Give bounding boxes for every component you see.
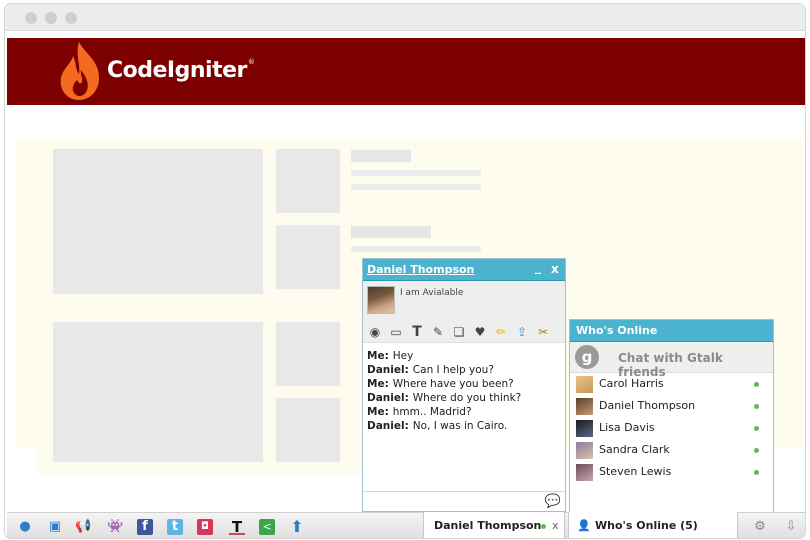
browser-window: CodeIgniter® Daniel Thompson _ x I am Av… <box>4 3 806 539</box>
chat-message: Daniel: Where do you think? <box>367 392 522 404</box>
chat-contact-name[interactable]: Daniel Thompson <box>367 263 474 276</box>
online-status-dot <box>754 448 759 453</box>
pencil-icon[interactable]: ✏ <box>493 324 509 340</box>
friend-name: Lisa Davis <box>599 421 655 434</box>
placeholder-image <box>53 149 263 294</box>
chat-minimize-icon[interactable]: _ <box>535 261 541 273</box>
online-status-dot <box>754 426 759 431</box>
chat-message: Daniel: No, I was in Cairo. <box>367 420 508 432</box>
friend-name: Daniel Thompson <box>599 399 696 412</box>
font-icon[interactable]: T <box>409 324 425 340</box>
friend-item[interactable]: Daniel Thompson <box>570 395 773 417</box>
chat-tab-close-icon[interactable]: x <box>552 519 559 532</box>
friend-avatar <box>576 442 593 459</box>
placeholder-thumb <box>276 149 340 213</box>
friend-avatar <box>576 464 593 481</box>
online-status-dot <box>754 382 759 387</box>
chat-message: Me: Hey <box>367 350 414 362</box>
gear-icon[interactable]: ⚙ <box>752 519 768 535</box>
window-zoom-dot[interactable] <box>65 12 77 24</box>
chat-tab-label: Daniel Thompson <box>434 519 542 532</box>
whos-online-tab-label: Who's Online (5) <box>595 519 698 532</box>
friend-name: Steven Lewis <box>599 465 672 478</box>
chat-window: Daniel Thompson _ x I am Avialable ◉ ▭ T… <box>362 258 566 512</box>
broom-icon[interactable]: ✂ <box>535 324 551 340</box>
game-icon[interactable]: 👾 <box>107 519 123 535</box>
online-status-dot <box>541 524 546 529</box>
placeholder-line <box>351 170 481 176</box>
friend-avatar <box>576 376 593 393</box>
friend-name: Sandra Clark <box>599 443 670 456</box>
note-icon[interactable]: ✎ <box>430 324 446 340</box>
friend-avatar <box>576 398 593 415</box>
chat-tab[interactable]: Daniel Thompson x <box>423 512 565 538</box>
friend-item[interactable]: Carol Harris <box>570 373 773 395</box>
window-titlebar <box>5 4 805 31</box>
font-style-icon[interactable]: T <box>229 519 245 535</box>
chat-input[interactable]: 💬 <box>363 491 565 511</box>
online-status-dot <box>754 470 759 475</box>
online-header[interactable]: Who's Online <box>570 320 773 342</box>
friend-item[interactable]: Lisa Davis <box>570 417 773 439</box>
collapse-icon[interactable]: ⇩ <box>783 519 799 535</box>
contact-avatar <box>367 286 395 314</box>
chat-status-area: I am Avialable ◉ ▭ T ✎ ❏ ♥ ✏ ⇪ ✂ <box>363 281 565 343</box>
facebook-icon[interactable]: f <box>137 519 153 535</box>
placeholder-thumb <box>276 225 340 289</box>
screen-share-icon[interactable]: ▭ <box>388 324 404 340</box>
placeholder-title <box>351 226 431 238</box>
flickr-icon[interactable]: ◘ <box>197 519 213 535</box>
placeholder-line <box>351 184 481 190</box>
whos-online-tab[interactable]: 👤 Who's Online (5) <box>568 512 738 538</box>
online-status-dot <box>754 404 759 409</box>
user-icon: 👤 <box>577 519 591 532</box>
webcam-icon[interactable]: ◉ <box>367 324 383 340</box>
chat-header[interactable]: Daniel Thompson _ x <box>363 259 565 281</box>
friend-avatar <box>576 420 593 437</box>
copy-icon[interactable]: ❏ <box>451 324 467 340</box>
gtalk-row[interactable]: g Chat with Gtalk friends <box>570 342 773 379</box>
placeholder-thumb <box>276 322 340 386</box>
chat-close-icon[interactable]: x <box>551 263 559 275</box>
placeholder-line <box>351 246 481 252</box>
chat-toolbar: ◉ ▭ T ✎ ❏ ♥ ✏ ⇪ ✂ <box>367 324 551 340</box>
chat-message: Me: hmm.. Madrid? <box>367 406 472 418</box>
arrow-up-icon[interactable]: ⬆ <box>289 519 305 535</box>
placeholder-title <box>351 150 411 162</box>
cards-icon[interactable]: ♥ <box>472 324 488 340</box>
window-close-dot[interactable] <box>25 12 37 24</box>
share-icon[interactable]: < <box>259 519 275 535</box>
google-icon: g <box>575 345 599 369</box>
twitter-icon[interactable]: t <box>167 519 183 535</box>
upload-icon[interactable]: ⇪ <box>514 324 530 340</box>
placeholder-image <box>53 322 263 462</box>
megaphone-icon[interactable]: 📢 <box>75 519 91 535</box>
friend-item[interactable]: Sandra Clark <box>570 439 773 461</box>
chat-messages: Me: Hey Daniel: Can I help you? Me: Where h… <box>363 343 565 439</box>
bottom-toolbar: ● ▣ 📢 👾 f t ◘ T < ⬆ Daniel Thompson x 👤 … <box>7 512 805 538</box>
whos-online-panel: Who's Online g Chat with Gtalk friends C… <box>569 319 774 515</box>
friend-name: Carol Harris <box>599 377 664 390</box>
window-minimize-dot[interactable] <box>45 12 57 24</box>
chat-message: Daniel: Can I help you? <box>367 364 494 376</box>
globe-icon[interactable]: ● <box>17 519 33 535</box>
speech-bubble-icon[interactable]: 💬 <box>545 494 561 509</box>
logo-text[interactable]: CodeIgniter® <box>107 58 255 83</box>
flame-logo-icon <box>60 42 99 100</box>
site-header: CodeIgniter® <box>7 38 805 105</box>
friend-item[interactable]: Steven Lewis <box>570 461 773 483</box>
window-icon[interactable]: ▣ <box>47 519 63 535</box>
chat-message: Me: Where have you been? <box>367 378 514 390</box>
placeholder-thumb <box>276 398 340 462</box>
status-message: I am Avialable <box>400 288 464 298</box>
